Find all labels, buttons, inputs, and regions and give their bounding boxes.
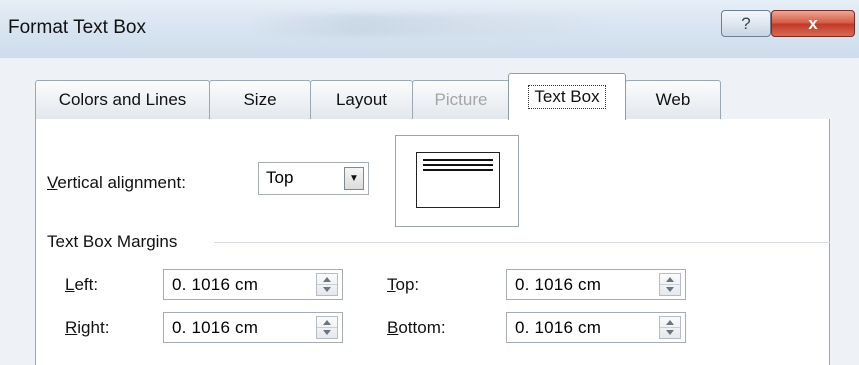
tab-label: Picture — [434, 90, 488, 109]
spin-up-icon[interactable] — [323, 320, 331, 325]
bottom-margin-label: Bottom: — [387, 318, 446, 337]
help-button[interactable]: ? — [721, 10, 771, 37]
tab-size[interactable]: Size — [209, 80, 311, 119]
spin-up-icon[interactable] — [323, 277, 331, 282]
right-margin-input[interactable]: 0. 1016 cm — [163, 312, 343, 343]
tab-label: Colors and Lines — [58, 90, 187, 109]
vertical-alignment-label: Vertical alignment: — [47, 173, 186, 192]
right-margin-value: 0. 1016 cm — [172, 318, 259, 337]
left-margin-input[interactable]: 0. 1016 cm — [163, 269, 343, 300]
dropdown-arrow-icon[interactable]: ▼ — [344, 167, 364, 190]
window-title: Format Text Box — [8, 17, 146, 38]
vertical-alignment-select[interactable]: Top ▼ — [258, 162, 369, 195]
vertical-alignment-value: Top — [266, 168, 294, 187]
right-margin-spinner[interactable] — [316, 316, 338, 339]
tab-label: Size — [243, 90, 277, 109]
preview-box — [416, 152, 500, 208]
title-bar[interactable]: Format Text Box ? x — [0, 0, 859, 58]
bottom-margin-input[interactable]: 0. 1016 cm — [506, 312, 686, 343]
margins-group-divider — [214, 242, 830, 243]
spin-down-icon[interactable] — [666, 287, 674, 292]
left-margin-label: Left: — [65, 275, 99, 294]
right-margin-label: Right: — [65, 318, 110, 337]
top-margin-spinner[interactable] — [659, 273, 681, 296]
margins-group-label: Text Box Margins — [47, 232, 178, 251]
spin-down-icon[interactable] — [323, 287, 331, 292]
preview-line — [423, 169, 493, 171]
tab-web[interactable]: Web — [625, 80, 721, 119]
top-margin-input[interactable]: 0. 1016 cm — [506, 269, 686, 300]
tab-layout[interactable]: Layout — [310, 80, 413, 119]
tab-label: Web — [655, 90, 691, 109]
spin-down-icon[interactable] — [323, 330, 331, 335]
tab-label: Layout — [335, 90, 388, 109]
tab-picture: Picture — [412, 80, 510, 119]
left-margin-value: 0. 1016 cm — [172, 275, 259, 294]
alignment-preview — [395, 135, 519, 227]
tab-colors-and-lines[interactable]: Colors and Lines — [35, 80, 210, 119]
spin-up-icon[interactable] — [666, 277, 674, 282]
bottom-margin-spinner[interactable] — [659, 316, 681, 339]
preview-line — [423, 159, 493, 161]
left-margin-spinner[interactable] — [316, 273, 338, 296]
spin-down-icon[interactable] — [666, 330, 674, 335]
help-icon: ? — [741, 13, 751, 33]
close-button[interactable]: x — [771, 10, 855, 37]
spin-up-icon[interactable] — [666, 320, 674, 325]
top-margin-label: Top: — [387, 275, 420, 294]
bottom-margin-value: 0. 1016 cm — [515, 318, 602, 337]
tab-text-box[interactable]: Text Box — [508, 73, 626, 120]
top-margin-value: 0. 1016 cm — [515, 275, 602, 294]
close-icon: x — [808, 13, 818, 33]
preview-line — [423, 164, 493, 166]
tab-label: Text Box — [528, 85, 606, 109]
